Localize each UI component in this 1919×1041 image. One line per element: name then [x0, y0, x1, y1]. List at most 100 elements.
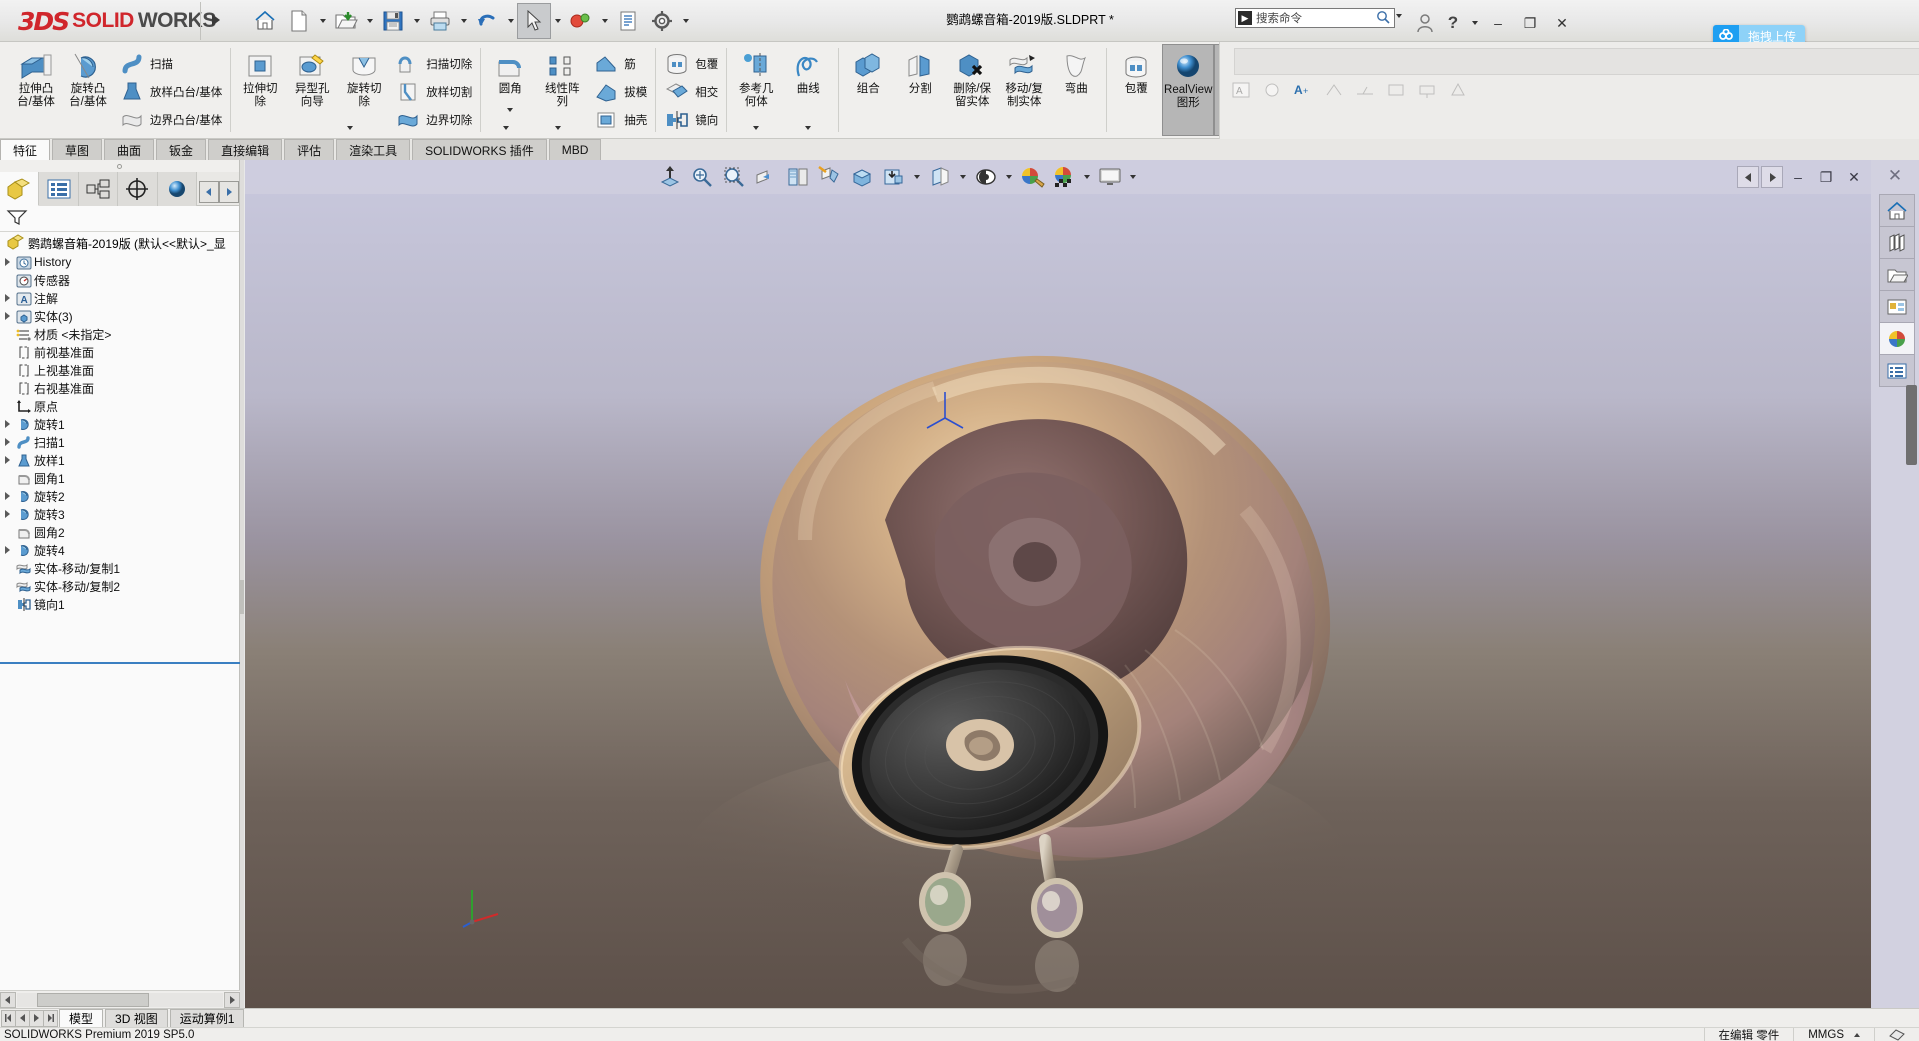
fillet-group-caret-icon[interactable]	[503, 126, 509, 130]
sw-resources-tab[interactable]	[1880, 195, 1914, 227]
previous-view-icon[interactable]	[719, 162, 749, 192]
property-manager-tab[interactable]	[39, 172, 78, 206]
smart-dimension-icon[interactable]: A+	[1290, 78, 1316, 102]
curves-caret-icon[interactable]	[805, 126, 811, 130]
display-state-icon[interactable]	[925, 162, 955, 192]
tab-direct-editing[interactable]: 直接编辑	[208, 139, 282, 160]
flex-button[interactable]: 弯曲	[1050, 44, 1102, 96]
zoom-to-area-icon[interactable]	[687, 162, 717, 192]
window-close-button[interactable]: ✕	[1547, 10, 1577, 36]
zoom-to-fit-icon[interactable]	[655, 162, 685, 192]
rebuild-caret-icon[interactable]	[598, 3, 611, 39]
mirror-button[interactable]: 镜向	[659, 106, 722, 134]
tab-sketch[interactable]: 草图	[52, 139, 102, 160]
file-properties-icon[interactable]	[611, 3, 645, 39]
tab-features[interactable]: 特征	[0, 139, 50, 160]
units-caret-icon[interactable]	[1854, 1033, 1860, 1037]
rib-button[interactable]: 筋	[588, 50, 651, 78]
tree-node[interactable]: 放样1	[0, 451, 240, 469]
tab-nav-last[interactable]	[43, 1010, 58, 1027]
loft-button[interactable]: 放样凸台/基体	[114, 78, 226, 106]
cut-group-expand-caret-icon[interactable]	[347, 126, 353, 130]
hide-show-items-icon[interactable]	[879, 162, 909, 192]
view-orientation-icon[interactable]	[783, 162, 813, 192]
tree-node[interactable]: 原点	[0, 397, 240, 415]
view-cube-icon[interactable]	[847, 162, 877, 192]
display-state-caret-icon[interactable]	[957, 162, 969, 192]
tree-node[interactable]: 右视基准面	[0, 379, 240, 397]
tree-node[interactable]: A注解	[0, 289, 240, 307]
split-button[interactable]: 分割	[894, 44, 946, 96]
bottom-tab-model[interactable]: 模型	[59, 1009, 103, 1027]
hscroll-right-button[interactable]	[224, 992, 240, 1008]
graphics-minimize-button[interactable]: –	[1785, 164, 1811, 190]
configuration-manager-tab[interactable]	[79, 172, 118, 206]
open-caret-icon[interactable]	[363, 3, 376, 39]
tree-expand-arrow-icon[interactable]	[0, 420, 14, 428]
tree-node[interactable]: 镜向1	[0, 595, 240, 613]
curves-button[interactable]: 曲线	[782, 44, 834, 96]
manager-tabs-scroll-left[interactable]	[199, 181, 219, 203]
tree-expand-arrow-icon[interactable]	[0, 456, 14, 464]
tree-node[interactable]: 实体-移动/复制2	[0, 577, 240, 595]
tree-root-item[interactable]: 鹦鹉螺音箱-2019版 (默认<<默认>_显	[0, 234, 240, 253]
tree-node[interactable]: 实体(3)	[0, 307, 240, 325]
section-view-icon[interactable]	[751, 162, 781, 192]
boundary-boss-button[interactable]: 边界凸台/基体	[114, 106, 226, 134]
search-dropdown-caret-icon[interactable]	[1396, 14, 1402, 18]
home-icon[interactable]	[248, 3, 282, 39]
hole-wizard-button[interactable]: 异型孔 向导	[286, 44, 338, 109]
tree-expand-arrow-icon[interactable]	[0, 492, 14, 500]
tree-node[interactable]: 圆角2	[0, 523, 240, 541]
new-document-caret-icon[interactable]	[316, 3, 329, 39]
options-caret-icon[interactable]	[679, 3, 692, 39]
hide-show-eye-icon[interactable]	[971, 162, 1001, 192]
revision-symbol-icon[interactable]	[1445, 78, 1471, 102]
tree-expand-arrow-icon[interactable]	[0, 546, 14, 554]
task-pane-scrollbar-thumb[interactable]	[1906, 385, 1917, 465]
splitter-knob[interactable]	[240, 580, 244, 614]
help-question-icon[interactable]: ?	[1440, 10, 1466, 36]
dimxpert-manager-tab[interactable]	[118, 172, 157, 206]
select-cursor-icon[interactable]	[517, 3, 551, 39]
hscroll-thumb[interactable]	[37, 993, 149, 1007]
wrap-button[interactable]: 包覆	[659, 50, 722, 78]
graphics-nav-prev-button[interactable]	[1737, 166, 1759, 188]
tree-node[interactable]: 旋转4	[0, 541, 240, 559]
tree-rollback-bar[interactable]	[0, 662, 240, 664]
reference-geometry-caret-icon[interactable]	[753, 126, 759, 130]
shell-button[interactable]: 抽壳	[588, 106, 651, 134]
tab-nav-next[interactable]	[29, 1010, 44, 1027]
view-settings-icon[interactable]	[1095, 162, 1125, 192]
search-input[interactable]: 搜索命令	[1256, 10, 1376, 26]
window-minimize-button[interactable]: –	[1483, 10, 1513, 36]
boundary-cut-button[interactable]: 边界切除	[390, 106, 476, 134]
draft-button[interactable]: 拔模	[588, 78, 651, 106]
linear-pattern-button[interactable]: 线性阵 列	[536, 44, 588, 109]
new-document-icon[interactable]	[282, 3, 316, 39]
feature-manager-tab[interactable]	[0, 172, 39, 206]
undo-caret-icon[interactable]	[504, 3, 517, 39]
swept-cut-button[interactable]: 扫描切除	[390, 50, 476, 78]
select-caret-icon[interactable]	[551, 3, 564, 39]
tree-node[interactable]: 扫描1	[0, 433, 240, 451]
bottom-tab-3d-views[interactable]: 3D 视图	[105, 1009, 168, 1027]
tree-expand-arrow-icon[interactable]	[0, 438, 14, 446]
intersect-button[interactable]: 相交	[659, 78, 722, 106]
tree-node[interactable]: 上视基准面	[0, 361, 240, 379]
help-caret-icon[interactable]	[1468, 5, 1481, 41]
tree-node[interactable]: 材质 <未指定>	[0, 325, 240, 343]
menu-expand-arrow-icon[interactable]	[207, 10, 225, 30]
appearances-tab[interactable]	[1880, 323, 1914, 355]
tab-surfaces[interactable]: 曲面	[104, 139, 154, 160]
balloon-icon[interactable]	[1259, 78, 1285, 102]
open-folder-icon[interactable]	[329, 3, 363, 39]
print-caret-icon[interactable]	[457, 3, 470, 39]
tab-nav-prev[interactable]	[15, 1010, 30, 1027]
user-icon[interactable]	[1412, 10, 1438, 36]
design-library-tab[interactable]	[1880, 227, 1914, 259]
lofted-cut-button[interactable]: 放样切割	[390, 78, 476, 106]
tree-node[interactable]: 旋转2	[0, 487, 240, 505]
hscroll-track[interactable]	[17, 993, 223, 1007]
task-pane-close-button[interactable]: ✕	[1871, 160, 1919, 192]
